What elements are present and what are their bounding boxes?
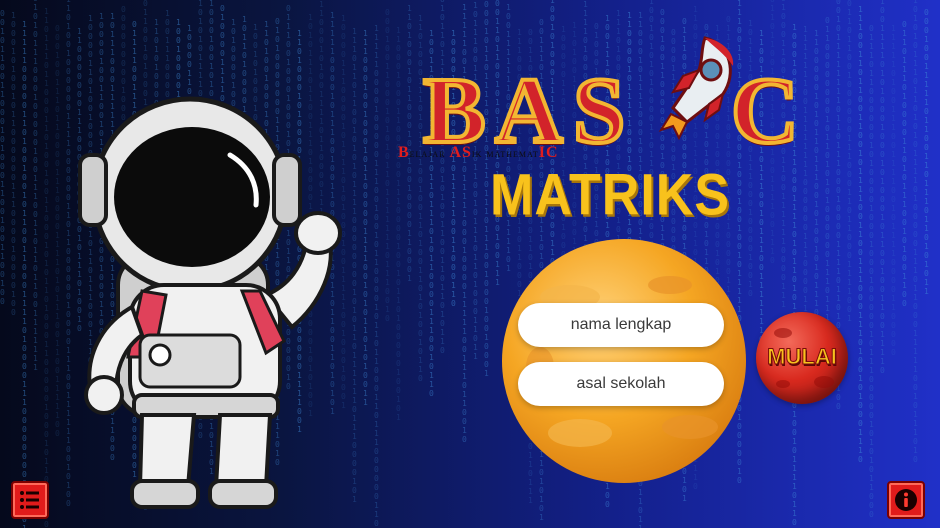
binary-column: 1 1 1 0 0 1 1 0 1 1 0 0 1 1 0 0 1 0 1 1 … — [858, 5, 863, 464]
planet-spot — [776, 380, 790, 388]
planet-spot — [774, 328, 792, 338]
school-name-input[interactable] — [518, 362, 724, 406]
binary-column: 1 1 1 1 1 0 0 0 0 0 1 1 0 1 0 0 1 0 0 1 … — [22, 20, 27, 528]
menu-button[interactable] — [11, 481, 49, 519]
binary-column: 1 1 0 1 1 1 0 1 1 0 0 0 1 1 0 1 0 0 1 0 … — [44, 7, 49, 528]
tagline-segment: AS — [449, 144, 472, 161]
binary-column: 0 1 1 0 1 1 1 0 1 0 0 0 0 1 1 0 1 0 1 1 … — [902, 20, 907, 308]
binary-column: 1 1 1 1 1 0 0 0 0 1 0 0 0 0 0 1 1 1 0 0 … — [374, 24, 379, 528]
tagline-segment: elajar — [409, 146, 450, 160]
rocket-icon — [658, 36, 734, 141]
full-name-input[interactable] — [518, 303, 724, 347]
binary-column: 0 1 1 1 0 1 1 0 0 0 0 0 0 1 0 1 0 0 0 0 … — [869, 24, 874, 519]
start-button[interactable]: MULAI — [756, 312, 848, 404]
page-title: MATRIKS — [490, 163, 731, 229]
binary-column: 1 1 1 1 1 0 1 0 0 1 1 1 0 0 1 1 1 1 0 0 … — [891, 24, 896, 357]
splash-screen: 0 0 1 0 1 1 0 0 1 1 0 0 0 1 0 1 0 0 0 1 … — [0, 0, 940, 528]
info-button[interactable] — [887, 481, 925, 519]
binary-column: 0 0 0 1 0 0 1 1 0 0 0 1 0 1 0 1 0 1 1 0 … — [385, 8, 390, 323]
binary-column: 0 1 1 0 1 1 0 0 1 0 0 0 0 0 0 1 1 1 0 0 … — [847, 0, 852, 323]
tagline-segment: B — [398, 144, 410, 161]
start-button-label: MULAI — [767, 344, 838, 370]
binary-column: 1 1 1 0 0 0 1 0 0 1 0 0 0 1 0 1 1 0 0 0 … — [363, 29, 368, 407]
binary-column: 1 1 0 0 0 1 0 0 0 1 1 0 0 0 0 0 0 1 1 1 … — [396, 26, 401, 422]
binary-column: 1 1 1 0 1 1 0 1 1 0 0 1 0 1 0 1 0 1 1 1 … — [352, 27, 357, 504]
menu-list-icon — [20, 491, 39, 509]
binary-column: 0 0 1 0 1 1 0 0 1 1 0 0 0 1 0 1 0 0 0 1 … — [0, 9, 5, 306]
binary-column: 0 1 0 1 0 1 1 1 0 0 0 1 0 0 0 0 0 1 0 0 … — [33, 0, 38, 372]
binary-column: 1 0 0 0 1 0 1 0 0 1 0 1 1 0 0 0 0 0 0 1 … — [11, 11, 16, 317]
info-icon — [895, 489, 917, 511]
logo-letter-c: C — [729, 59, 801, 163]
astronaut-illustration — [78, 96, 342, 509]
binary-column: 1 0 0 1 1 1 1 0 1 0 1 0 0 0 1 0 0 0 1 0 … — [880, 0, 885, 375]
tagline-segment: IC — [538, 144, 559, 161]
planet-illustration — [502, 239, 746, 483]
binary-column: 0 0 0 1 0 0 1 1 1 1 1 0 1 1 0 0 1 1 0 1 … — [924, 8, 929, 296]
binary-column: 0 0 0 1 0 0 1 1 1 0 1 1 0 0 0 0 1 1 1 0 … — [55, 24, 60, 438]
tagline-segment: ik mathemat — [471, 146, 539, 160]
basic-logo: B A S C — [415, 30, 815, 160]
binary-column: 1 0 1 0 1 0 1 1 1 0 1 1 0 1 0 1 0 1 1 1 … — [913, 0, 918, 464]
logo-tagline: Belajar ASik mathematIC — [398, 144, 698, 162]
planet-spot — [814, 376, 834, 388]
binary-column: 0 1 1 0 0 0 0 0 0 0 0 1 0 1 1 0 1 0 1 0 … — [825, 16, 830, 331]
